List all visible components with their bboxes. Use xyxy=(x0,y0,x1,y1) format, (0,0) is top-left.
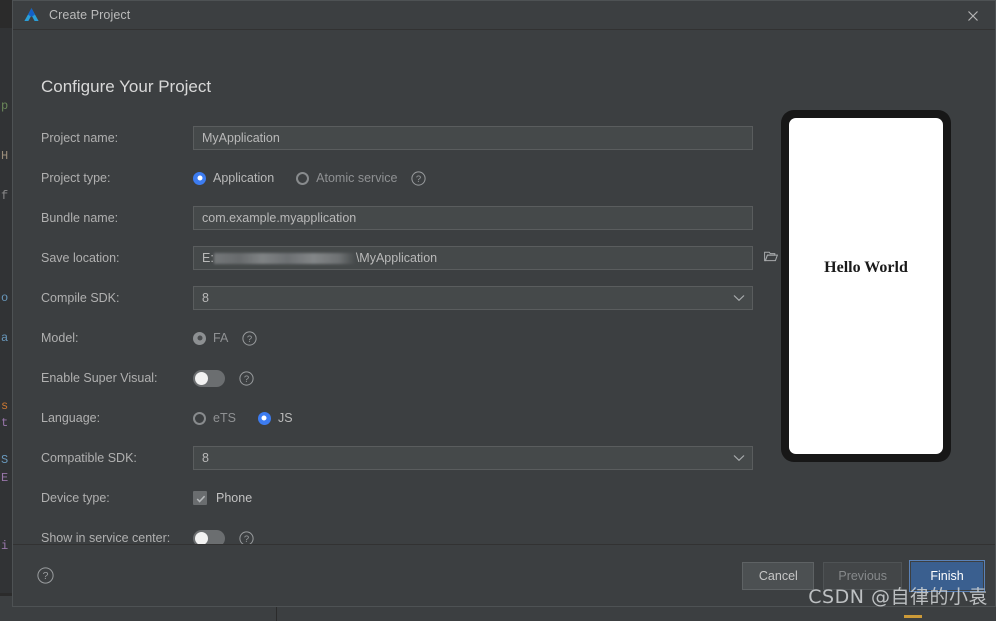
form-row-bundle-name: Bundle name: com.example.myapplication xyxy=(41,198,786,238)
svg-text:?: ? xyxy=(244,374,249,385)
compatible-sdk-label: Compatible SDK: xyxy=(41,451,137,465)
form-row-device-type: Device type: Phone xyxy=(41,478,786,518)
form-row-compatible-sdk: Compatible SDK: 8 xyxy=(41,438,786,478)
enable-super-visual-toggle[interactable] xyxy=(193,369,225,387)
language-radio-group: eTS JS xyxy=(193,411,293,425)
svg-text:?: ? xyxy=(244,534,249,545)
radio-dot-ets xyxy=(193,411,206,425)
compile-sdk-value: 8 xyxy=(202,291,209,305)
finish-button[interactable]: Finish xyxy=(909,559,985,592)
editor-code-char: s xyxy=(1,399,9,413)
save-location-input[interactable]: E: \MyApplication xyxy=(193,246,779,270)
svg-text:?: ? xyxy=(43,570,49,582)
radio-dot-js xyxy=(257,411,271,425)
close-icon[interactable] xyxy=(950,1,995,30)
save-location-label: Save location: xyxy=(41,251,120,265)
radio-dot-atomic-service xyxy=(296,171,310,185)
folder-open-icon[interactable] xyxy=(764,250,779,266)
radio-dot-application xyxy=(193,171,206,185)
editor-code-char: f xyxy=(1,189,9,203)
form-row-model: Model: FA ? xyxy=(41,318,786,358)
radio-project-type-application[interactable]: Application xyxy=(193,171,274,185)
form-row-save-location: Save location: E: \MyApplication xyxy=(41,238,786,278)
form-row-language: Language: eTS JS xyxy=(41,398,786,438)
device-preview: Hello World xyxy=(781,110,951,462)
language-label: Language: xyxy=(41,411,101,425)
project-type-label: Project type: xyxy=(41,171,111,185)
compile-sdk-label: Compile SDK: xyxy=(41,291,120,305)
page-title: Configure Your Project xyxy=(41,77,212,96)
radio-language-ets[interactable]: eTS xyxy=(193,411,236,425)
model-label: Model: xyxy=(41,331,79,345)
radio-label-js: JS xyxy=(277,411,293,425)
form-row-project-type: Project type: Application Atomic service xyxy=(41,158,786,198)
form-row-project-name: Project name: MyApplication xyxy=(41,118,786,158)
compile-sdk-select[interactable]: 8 xyxy=(193,286,753,310)
previous-button[interactable]: Previous xyxy=(823,561,902,590)
checkbox-device-type-phone: Phone xyxy=(193,491,252,505)
bundle-name-input[interactable]: com.example.myapplication xyxy=(193,206,753,230)
dialog-footer: ? Cancel Previous Finish xyxy=(13,544,995,606)
save-location-prefix: E: xyxy=(202,251,214,265)
enable-super-visual-label: Enable Super Visual: xyxy=(41,371,158,385)
deveco-studio-logo-icon xyxy=(23,7,40,23)
editor-code-char: a xyxy=(1,331,9,345)
form-row-compile-sdk: Compile SDK: 8 xyxy=(41,278,786,318)
help-circle-icon-model[interactable]: ? xyxy=(242,330,257,346)
editor-code-char: S xyxy=(1,453,9,467)
dialog-title: Create Project xyxy=(49,8,131,22)
radio-dot-fa xyxy=(193,331,206,345)
status-bar-accent-mark xyxy=(904,615,922,618)
radio-label-ets: eTS xyxy=(213,411,236,425)
create-project-dialog: Create Project Configure Your Project Pr… xyxy=(12,0,996,607)
toggle-knob xyxy=(195,371,208,385)
editor-code-char: i xyxy=(1,539,9,553)
radio-label-fa: FA xyxy=(213,331,229,345)
configure-project-form: Project name: MyApplication Project type… xyxy=(41,118,786,558)
project-type-radio-group: Application Atomic service xyxy=(193,171,397,185)
radio-model-fa: FA xyxy=(193,331,228,345)
editor-code-char: p xyxy=(1,99,9,113)
svg-text:?: ? xyxy=(416,174,421,185)
svg-text:?: ? xyxy=(247,334,252,345)
compatible-sdk-value: 8 xyxy=(202,451,209,465)
bundle-name-label: Bundle name: xyxy=(41,211,119,225)
checkbox-box-phone xyxy=(193,491,207,505)
project-name-input[interactable]: MyApplication xyxy=(193,126,753,150)
editor-code-char: E xyxy=(1,471,9,485)
editor-code-char: H xyxy=(1,149,9,163)
radio-project-type-atomic-service[interactable]: Atomic service xyxy=(296,171,397,185)
project-name-label: Project name: xyxy=(41,131,119,145)
show-in-service-center-label: Show in service center: xyxy=(41,531,171,545)
dialog-body: Configure Your Project Project name: MyA… xyxy=(13,30,995,547)
help-circle-icon-footer[interactable]: ? xyxy=(37,567,54,584)
editor-code-char: o xyxy=(1,291,9,305)
toggle-knob xyxy=(195,531,208,545)
preview-hello-text: Hello World xyxy=(824,259,908,277)
model-radio-group: FA xyxy=(193,331,228,345)
help-circle-icon-enable-super-visual[interactable]: ? xyxy=(239,370,254,386)
chevron-down-icon-compatible-sdk xyxy=(733,451,745,465)
radio-language-js[interactable]: JS xyxy=(257,411,293,425)
radio-label-application: Application xyxy=(213,171,275,185)
cancel-button[interactable]: Cancel xyxy=(742,561,815,590)
dialog-title-bar: Create Project xyxy=(13,1,995,30)
save-location-redacted-segment xyxy=(213,253,356,264)
editor-code-char: t xyxy=(1,416,9,430)
compatible-sdk-select[interactable]: 8 xyxy=(193,446,753,470)
device-type-label: Device type: xyxy=(41,491,110,505)
chevron-down-icon-compile-sdk xyxy=(733,291,745,305)
save-location-suffix: \MyApplication xyxy=(355,251,438,265)
radio-label-atomic-service: Atomic service xyxy=(316,171,398,185)
device-preview-screen: Hello World xyxy=(789,118,943,454)
help-circle-icon-project-type[interactable]: ? xyxy=(411,170,427,186)
checkbox-label-phone: Phone xyxy=(216,491,253,505)
form-row-enable-super-visual: Enable Super Visual: ? xyxy=(41,358,786,398)
